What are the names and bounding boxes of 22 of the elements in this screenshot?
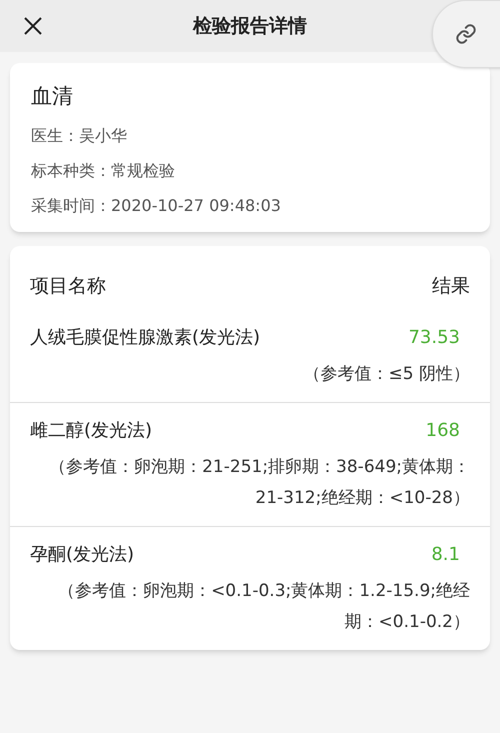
column-header: 结果 xyxy=(432,274,470,298)
link-icon xyxy=(455,23,477,45)
field-label: 标本种类： xyxy=(31,160,111,182)
reference-range: （参考值：卵泡期：<0.1-0.3;黄体期：1.2-15.9;绝经期：<0.1-0.2） xyxy=(57,580,470,634)
field-label: 采集时间： xyxy=(31,194,111,216)
field-value: 2020-10-27 09:48:03 xyxy=(111,194,281,216)
sample-title: 血清 xyxy=(31,83,74,110)
column-header: 项目名称 xyxy=(30,274,106,298)
link-button[interactable] xyxy=(432,0,500,68)
test-name: 雌二醇(发光法) xyxy=(30,419,152,443)
field-value: 吴小华 xyxy=(79,124,127,146)
field-value: 常规检验 xyxy=(111,160,175,182)
test-name: 人绒毛膜促性腺激素(发光法) xyxy=(30,326,260,350)
test-name: 孕酮(发光法) xyxy=(30,543,134,567)
close-icon xyxy=(22,15,44,37)
test-result: 168 xyxy=(426,419,460,443)
reference-range: （参考值：≤5 阴性） xyxy=(302,363,470,386)
test-result: 8.1 xyxy=(431,543,460,567)
page-title: 检验报告详情 xyxy=(193,14,307,39)
reference-range: （参考值：卵泡期：21-251;排卵期：38-649;黄体期：21-312;绝经期：<10-28） xyxy=(48,456,470,510)
test-result: 73.53 xyxy=(408,326,460,350)
field-label: 医生： xyxy=(31,124,79,146)
